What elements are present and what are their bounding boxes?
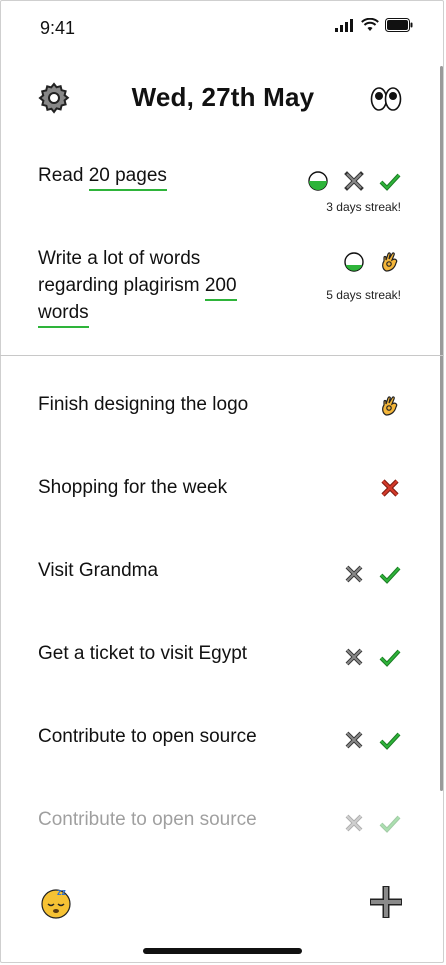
check-icon[interactable] xyxy=(379,729,401,751)
cellular-signal-icon xyxy=(335,18,353,32)
task-actions xyxy=(343,563,401,585)
plus-icon[interactable] xyxy=(367,883,405,921)
habit-text-line2: regarding plagirism xyxy=(38,275,205,296)
habit-read[interactable]: Read 20 pages xyxy=(38,162,167,191)
habit-read-actions xyxy=(307,170,401,192)
habit-goal: 200 xyxy=(204,275,237,301)
cross-icon[interactable] xyxy=(343,563,365,585)
status-bar: 9:41 xyxy=(0,0,446,56)
half-filled-circle-icon[interactable] xyxy=(307,170,329,192)
ok-hand-icon[interactable] xyxy=(379,395,401,417)
header: Wed, 27th May xyxy=(0,70,446,130)
red-cross-icon[interactable] xyxy=(379,477,401,499)
list-item[interactable]: Contribute to open source xyxy=(38,723,257,750)
habit-write[interactable]: Write a lot of words regarding plagirism… xyxy=(38,245,237,328)
ok-hand-icon[interactable] xyxy=(379,251,401,273)
cross-icon[interactable] xyxy=(343,170,365,192)
task-actions xyxy=(379,477,401,499)
list-item[interactable]: Get a ticket to visit Egypt xyxy=(38,640,247,667)
check-icon[interactable] xyxy=(379,812,401,834)
habit-text-line1: Write a lot of words xyxy=(38,248,201,269)
streak-label: 5 days streak! xyxy=(326,288,401,302)
check-icon[interactable] xyxy=(379,646,401,668)
svg-text:zz: zz xyxy=(57,887,67,897)
cross-icon[interactable] xyxy=(343,646,365,668)
eyes-icon[interactable] xyxy=(370,85,402,113)
check-icon[interactable] xyxy=(379,170,401,192)
habit-goal: 20 pages xyxy=(88,165,167,191)
habit-text: Read xyxy=(38,165,89,186)
task-actions xyxy=(343,646,401,668)
home-indicator[interactable] xyxy=(143,948,302,954)
habit-write-actions xyxy=(343,251,401,273)
streak-label: 3 days streak! xyxy=(326,200,401,214)
half-filled-circle-icon[interactable] xyxy=(343,251,365,273)
list-item[interactable]: Visit Grandma xyxy=(38,557,158,584)
cross-icon[interactable] xyxy=(343,729,365,751)
status-icons xyxy=(335,18,413,32)
sleeping-face-icon[interactable]: zz xyxy=(40,885,74,919)
task-actions xyxy=(343,812,401,834)
check-icon[interactable] xyxy=(379,563,401,585)
status-time: 9:41 xyxy=(40,18,76,38)
scrollbar[interactable] xyxy=(440,66,443,791)
list-item[interactable]: Contribute to open source xyxy=(38,806,257,833)
cross-icon[interactable] xyxy=(343,812,365,834)
task-actions xyxy=(379,395,401,417)
wifi-icon xyxy=(361,18,379,31)
list-item[interactable]: Finish designing the logo xyxy=(38,391,248,418)
section-divider xyxy=(0,355,444,356)
list-item[interactable]: Shopping for the week xyxy=(38,474,227,501)
habit-goal-unit: words xyxy=(38,302,89,328)
task-actions xyxy=(343,729,401,751)
battery-icon xyxy=(385,18,413,32)
